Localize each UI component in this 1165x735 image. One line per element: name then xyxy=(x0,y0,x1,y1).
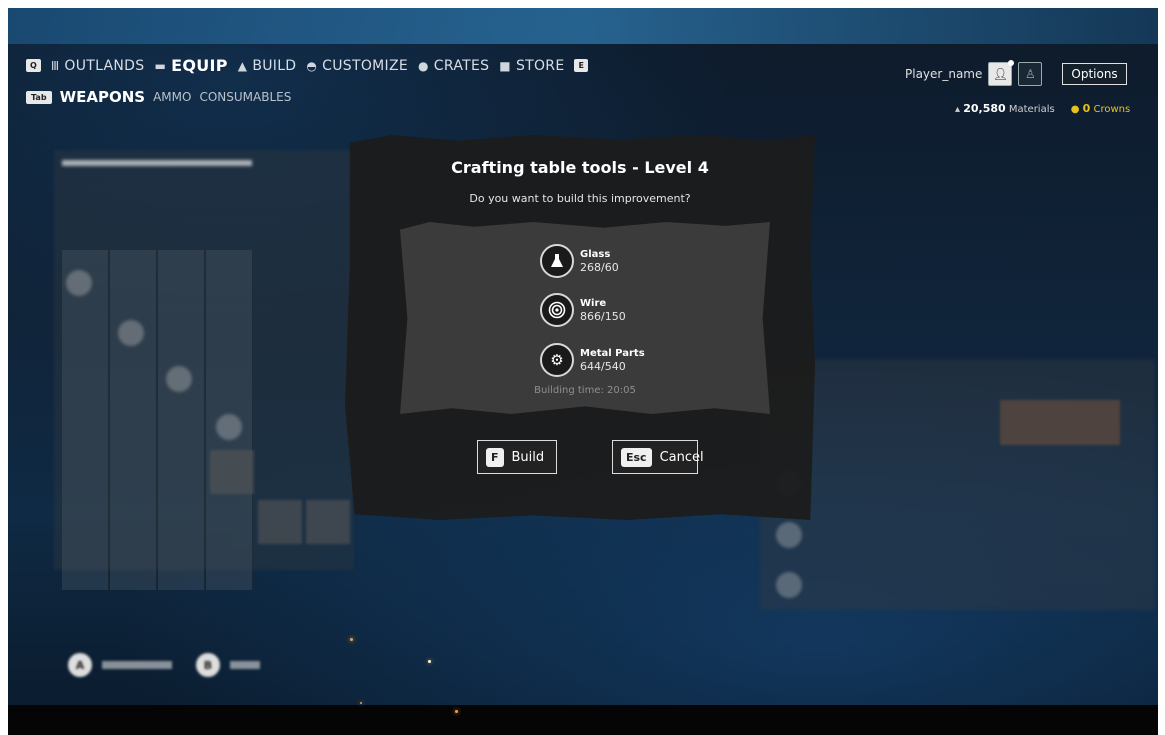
bottom-bar xyxy=(8,705,1158,735)
build-icon: ▲ xyxy=(237,58,248,73)
e-key-hint: E xyxy=(574,59,588,72)
tab-key-hint: Tab xyxy=(26,90,52,104)
tab-weapons[interactable]: WEAPONS xyxy=(60,88,146,106)
material-count: 644/540 xyxy=(580,359,626,373)
grid-node xyxy=(66,270,92,296)
materials-value: 20,580 xyxy=(963,102,1006,115)
detail-node xyxy=(776,572,802,598)
material-count: 866/150 xyxy=(580,309,626,323)
detail-node xyxy=(776,522,802,548)
materials-icon: ▴ xyxy=(955,104,961,115)
grid-column xyxy=(158,250,205,590)
material-name: Metal Parts xyxy=(580,347,645,359)
crowns-icon: ● xyxy=(1070,104,1080,115)
nav-build-label: BUILD xyxy=(252,57,297,74)
cancel-label: Cancel xyxy=(659,449,704,465)
nav-crates-label: CRATES xyxy=(433,57,490,74)
equip-icon: ▬ xyxy=(154,58,167,73)
friend-button[interactable]: ♙ xyxy=(1018,62,1043,86)
gears-icon: ⚙ xyxy=(540,343,574,377)
grid-slot xyxy=(258,500,302,544)
crowns-value: 0 xyxy=(1082,102,1091,115)
grid-node xyxy=(216,414,242,440)
profile-button[interactable]: 👤︎ xyxy=(988,60,1015,86)
nav-equip-label: EQUIP xyxy=(171,56,228,75)
grid-column xyxy=(62,250,109,590)
crates-icon: ● xyxy=(418,58,429,73)
material-name: Wire xyxy=(580,297,607,309)
nav-equip[interactable]: ▬ EQUIP xyxy=(154,56,227,75)
grid-node xyxy=(166,366,192,392)
spark xyxy=(455,710,458,713)
spark xyxy=(350,638,353,641)
spark xyxy=(428,660,431,663)
flask-icon xyxy=(540,244,574,278)
material-count: 268/60 xyxy=(580,260,619,274)
blurred-detail-panel xyxy=(760,360,1155,610)
options-button[interactable]: Options xyxy=(1062,63,1127,85)
material-metal-parts: ⚙ Metal Parts 644/540 xyxy=(540,343,645,377)
build-button[interactable]: F Build xyxy=(477,440,557,474)
user-icon: 👤︎ xyxy=(992,67,1008,81)
nav-store[interactable]: ■ STORE xyxy=(499,58,564,74)
nav-customize[interactable]: ◓ CUSTOMIZE xyxy=(306,58,408,74)
sub-nav: Tab WEAPONS AMMO CONSUMABLES xyxy=(26,88,291,106)
material-glass: Glass 268/60 xyxy=(540,244,619,278)
tab-consumables[interactable]: CONSUMABLES xyxy=(199,90,291,104)
grid-node xyxy=(118,320,144,346)
nav-customize-label: CUSTOMIZE xyxy=(322,57,408,74)
crowns-counter: ● 0 Crowns xyxy=(1071,102,1130,115)
build-label: Build xyxy=(511,449,545,465)
player-name: Player_name xyxy=(905,67,983,81)
nav-outlands-label: OUTLANDS xyxy=(64,57,145,74)
cancel-button[interactable]: Esc Cancel xyxy=(612,440,704,474)
nav-store-label: STORE xyxy=(515,57,565,74)
building-time: Building time: 20:05 xyxy=(534,385,636,396)
top-band xyxy=(8,8,1158,44)
outlands-icon: Ⅲ xyxy=(50,58,60,73)
wire-coil-icon xyxy=(540,293,574,327)
materials-label: Materials xyxy=(1008,104,1055,115)
user-area: Player_name 👤︎ ♙ Options xyxy=(905,60,1127,86)
materials-counter: ▴ 20,580 Materials xyxy=(955,102,1055,115)
workbench-image xyxy=(1000,400,1120,445)
user-outline-icon: ♙ xyxy=(1024,67,1036,81)
dialog-question: Do you want to build this improvement? xyxy=(469,192,691,205)
frame-left xyxy=(0,0,8,735)
store-icon: ■ xyxy=(499,58,511,73)
progress-bar xyxy=(62,160,252,166)
f-key-hint: F xyxy=(486,447,504,467)
spark xyxy=(360,702,362,704)
bottom-hints: A B xyxy=(68,653,260,677)
esc-key-hint: Esc xyxy=(621,447,652,467)
b-button-icon: B xyxy=(196,653,220,677)
a-button-icon: A xyxy=(68,653,92,677)
main-nav: Q Ⅲ OUTLANDS ▬ EQUIP ▲ BUILD ◓ CUSTOMIZE… xyxy=(26,56,588,75)
frame-top xyxy=(0,0,1165,8)
dialog-title: Crafting table tools - Level 4 xyxy=(451,158,709,177)
nav-build[interactable]: ▲ BUILD xyxy=(238,58,297,74)
grid-column xyxy=(110,250,157,590)
grid-slot xyxy=(306,500,350,544)
material-name: Glass xyxy=(580,248,611,260)
material-wire: Wire 866/150 xyxy=(540,293,626,327)
grid-slot xyxy=(210,450,254,494)
nav-outlands[interactable]: Ⅲ OUTLANDS xyxy=(51,58,145,74)
hint-text xyxy=(230,661,260,669)
frame-right xyxy=(1158,0,1165,735)
q-key-hint: Q xyxy=(26,59,41,72)
nav-crates[interactable]: ● CRATES xyxy=(418,58,489,74)
tab-ammo[interactable]: AMMO xyxy=(153,90,191,104)
notification-dot xyxy=(1008,60,1015,66)
crowns-label: Crowns xyxy=(1093,104,1131,115)
customize-icon: ◓ xyxy=(306,58,318,73)
resources: ▴ 20,580 Materials ● 0 Crowns xyxy=(955,102,1130,115)
hint-text xyxy=(102,661,172,669)
